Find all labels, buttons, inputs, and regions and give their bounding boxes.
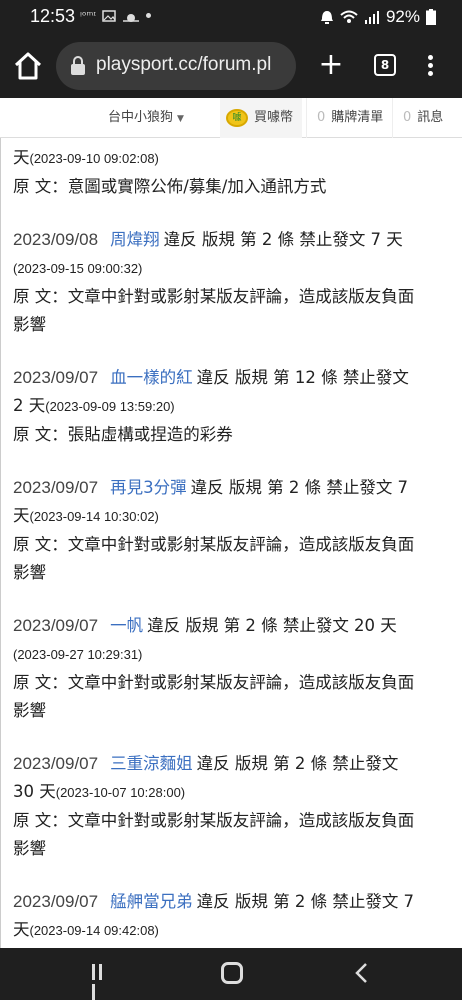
reason-label: 原 文： — [13, 287, 68, 306]
reason-text: 文章中針對或影射某版友評論，造成該版友負面 — [67, 287, 415, 306]
violation-text-cont: 天 — [13, 920, 30, 939]
cart-link[interactable]: 0 購牌清單 — [306, 98, 390, 138]
violation-text: 違反 版規 第 2 條 禁止發文 7 天 — [163, 230, 403, 249]
entry-date: 2023/09/08 — [13, 230, 99, 249]
reason-text-cont: 影響 — [13, 563, 46, 582]
messages-link[interactable]: 0 訊息 — [392, 98, 462, 138]
recents-icon[interactable] — [92, 964, 112, 1000]
user-menu[interactable]: 台中小狼狗 ▼ — [108, 98, 184, 138]
entry-date: 2023/09/07 — [13, 754, 99, 773]
violation-text: 違反 版規 第 2 條 禁止發文 — [196, 754, 399, 773]
reason-text-cont: 影響 — [13, 701, 46, 720]
cart-label: 購牌清單 — [331, 110, 384, 125]
buy-coins-button[interactable]: 噱 買噱幣 — [220, 98, 302, 138]
violation-text: 違反 版規 第 12 條 禁止發文 — [196, 368, 409, 387]
expiry-timestamp: (2023-09-27 10:29:31) — [13, 647, 143, 662]
list-item: 2023/09/07 血一樣的紅 違反 版規 第 12 條 禁止發文 2 天(202… — [13, 364, 449, 449]
home-icon[interactable] — [10, 48, 46, 84]
reason-text: 文章中針對或影射某版友評論，造成該版友負面 — [67, 811, 415, 830]
list-item: 天(2023-09-10 09:02:08) 原 文：意圖或實際公佈/募集/加入… — [13, 148, 327, 196]
browser-toolbar: playsport.cc/forum.pl + 8 — [0, 34, 462, 98]
notification-icons: ᵎᵒᵐᶦ — [80, 9, 152, 22]
violation-text-cont: 天 — [13, 506, 30, 525]
expiry-timestamp: (2023-10-07 10:28:00) — [55, 785, 186, 800]
user-link[interactable]: 周煒翔 — [110, 230, 160, 249]
expiry-timestamp: (2023-09-14 09:42:08) — [29, 923, 159, 938]
coin-icon: 噱 — [226, 109, 248, 127]
url-text: playsport.cc/forum.pl — [96, 54, 272, 75]
reason-text: 意圖或實際公佈/募集/加入通訊方式 — [67, 177, 327, 196]
violation-list: 天(2023-09-10 09:02:08) 原 文：意圖或實際公佈/募集/加入… — [0, 138, 462, 948]
address-bar[interactable]: playsport.cc/forum.pl — [56, 42, 296, 90]
wifi-icon — [340, 10, 358, 23]
reason-label: 原 文： — [13, 811, 68, 830]
reason-label: 原 文： — [13, 425, 68, 444]
reason-label: 原 文： — [13, 673, 68, 692]
status-time: 12:53 — [30, 6, 76, 26]
status-bar: 12:53 ᵎᵒᵐᶦ 92% — [0, 0, 462, 34]
violation-text: 違反 版規 第 2 條 禁止發文 7 — [190, 478, 409, 497]
alarm-icon — [320, 11, 333, 24]
dot-icon — [146, 13, 152, 18]
list-item: 2023/09/08 周煒翔 違反 版規 第 2 條 禁止發文 7 天 (2023-… — [13, 226, 449, 339]
violation-text: 違反 版規 第 2 條 禁止發文 20 天 — [147, 616, 397, 635]
list-item: 2023/09/07 再見3分彈 違反 版規 第 2 條 禁止發文 7 天(2023… — [13, 474, 449, 587]
expiry-timestamp: (2023-09-10 09:02:08) — [29, 151, 159, 166]
back-icon[interactable] — [352, 962, 372, 984]
chevron-down-icon: ▼ — [177, 114, 184, 124]
list-item: 2023/09/07 艋舺當兄弟 違反 版規 第 2 條 禁止發文 7 天(2023… — [13, 888, 449, 945]
list-item: 2023/09/07 三重涼麵姐 違反 版規 第 2 條 禁止發文 30 天(202… — [13, 750, 449, 863]
violation-text-cont: 2 天 — [13, 396, 46, 415]
system-icons: 92% — [320, 7, 436, 27]
list-item: 2023/09/07 一帆 違反 版規 第 2 條 禁止發文 20 天 (2023-… — [13, 612, 449, 725]
navigation-bar — [0, 948, 462, 1000]
entry-date: 2023/09/07 — [13, 368, 99, 387]
reason-text-cont: 影響 — [13, 839, 46, 858]
entry-date: 2023/09/07 — [13, 616, 99, 635]
user-link[interactable]: 艋舺當兄弟 — [110, 892, 193, 911]
user-link[interactable]: 三重涼麵姐 — [110, 754, 193, 773]
reason-text: 文章中針對或影射某版友評論，造成該版友負面 — [67, 535, 415, 554]
entry-date: 2023/09/07 — [13, 892, 99, 911]
battery-percentage: 92% — [385, 7, 420, 26]
message-count: 0 — [403, 110, 412, 125]
battery-icon — [426, 9, 436, 25]
app-notification-icon: ᵎᵒᵐᶦ — [80, 9, 97, 22]
expiry-timestamp: (2023-09-14 10:30:02) — [29, 509, 159, 524]
new-tab-button[interactable]: + — [316, 48, 346, 84]
user-name: 台中小狼狗 — [108, 110, 174, 125]
photo-icon — [102, 9, 116, 22]
reason-text: 文章中針對或影射某版友評論，造成該版友負面 — [67, 673, 415, 692]
expiry-timestamp: (2023-09-15 09:00:32) — [13, 261, 143, 276]
violation-text: 違反 版規 第 2 條 禁止發文 7 — [196, 892, 415, 911]
more-menu-icon[interactable] — [420, 52, 440, 82]
signal-icon — [364, 11, 379, 24]
reason-label: 原 文： — [13, 177, 68, 196]
tab-switcher-button[interactable]: 8 — [374, 54, 396, 76]
reason-text: 張貼虛構或捏造的彩券 — [67, 425, 233, 444]
expiry-timestamp: (2023-09-09 13:59:20) — [45, 399, 175, 414]
lock-icon — [71, 56, 85, 75]
buy-coins-label: 買噱幣 — [254, 110, 294, 125]
user-link[interactable]: 血一樣的紅 — [110, 368, 193, 387]
user-link[interactable]: 一帆 — [110, 616, 143, 635]
weather-icon — [123, 13, 140, 22]
reason-text-cont: 影響 — [13, 315, 46, 334]
cart-count: 0 — [317, 110, 326, 125]
user-link[interactable]: 再見3分彈 — [110, 478, 187, 497]
violation-text-cont: 30 天 — [13, 782, 56, 801]
entry-date: 2023/09/07 — [13, 478, 99, 497]
site-header: 台中小狼狗 ▼ 噱 買噱幣 0 購牌清單 0 訊息 — [0, 98, 462, 138]
home-nav-icon[interactable] — [221, 962, 243, 984]
messages-label: 訊息 — [417, 110, 444, 125]
reason-label: 原 文： — [13, 535, 68, 554]
